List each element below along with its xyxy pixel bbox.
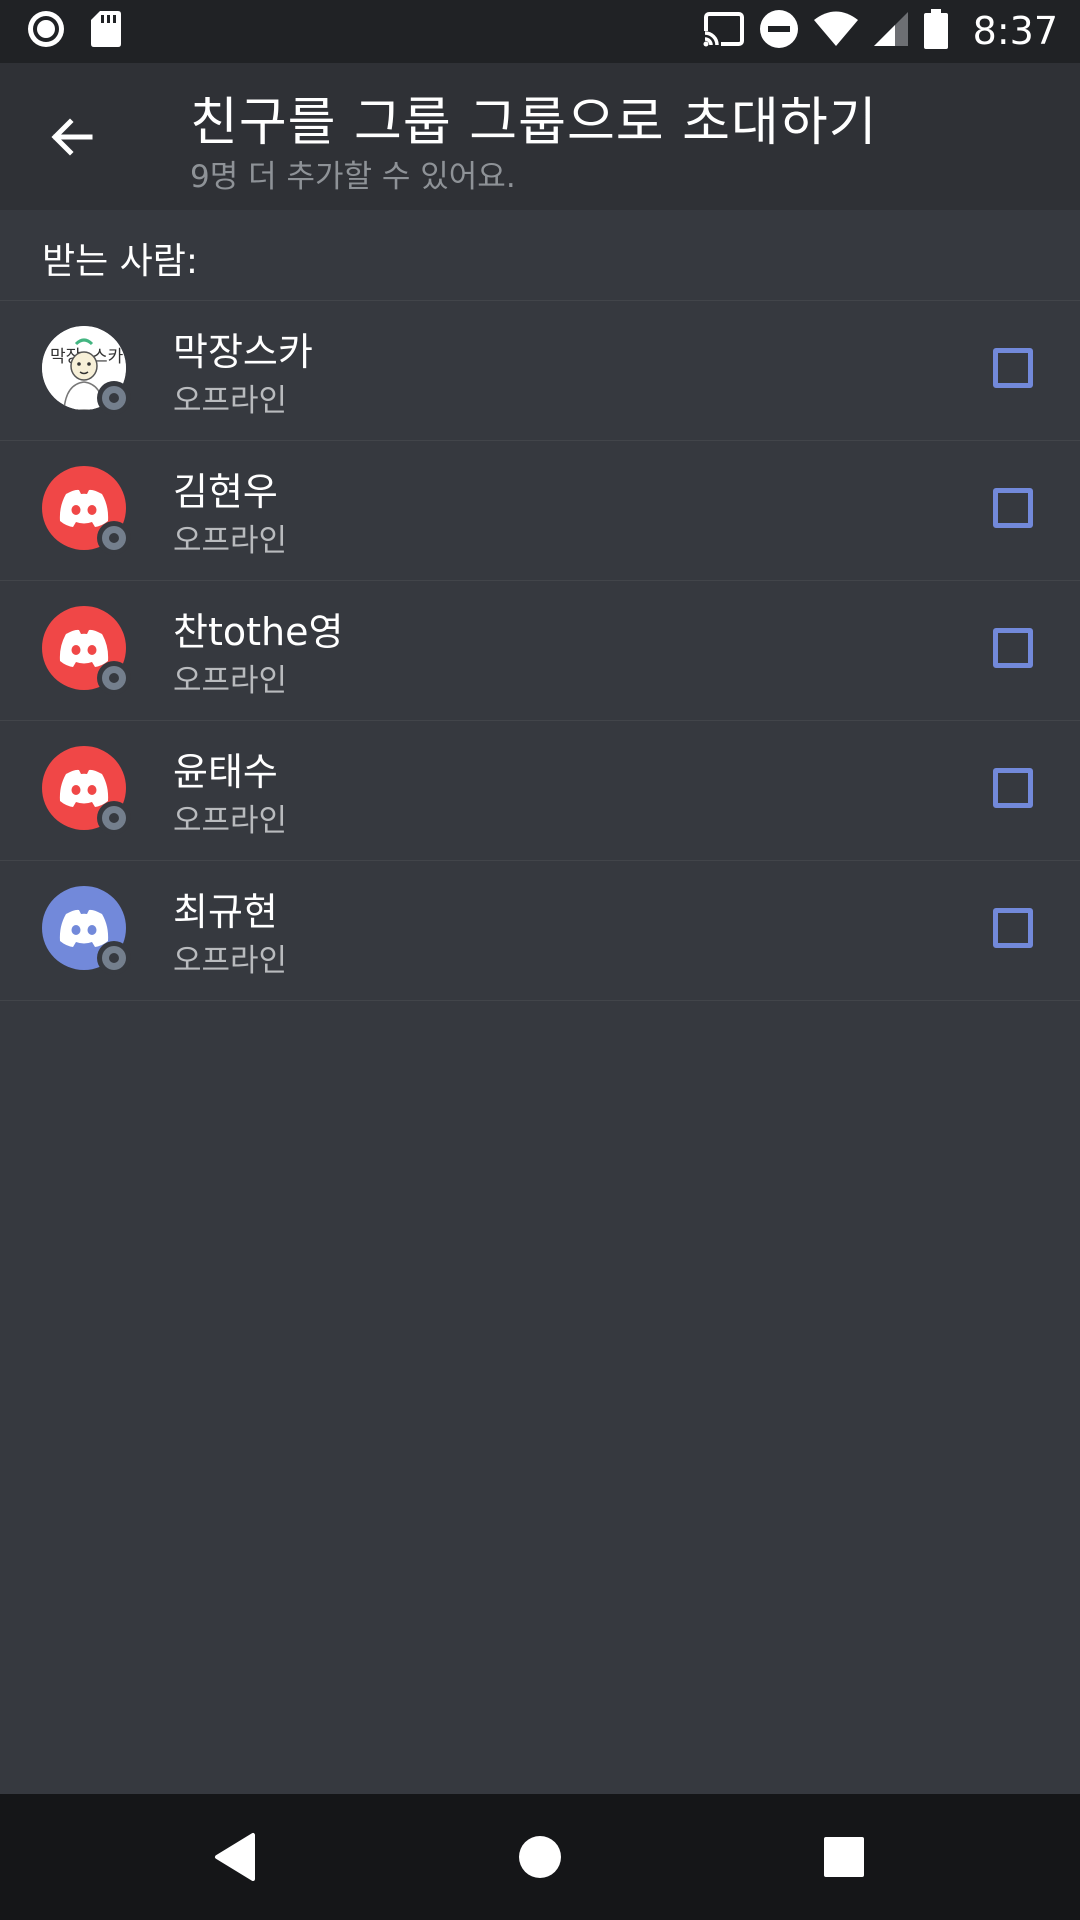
- select-checkbox[interactable]: [993, 488, 1033, 528]
- avatar: [42, 466, 131, 555]
- friend-status: 오프라인: [173, 523, 288, 559]
- friend-status: 오프라인: [173, 803, 288, 839]
- friend-row[interactable]: 김현우 오프라인: [0, 441, 1080, 581]
- offline-status-indicator: [97, 941, 131, 975]
- recipients-label: 받는 사람:: [42, 241, 199, 282]
- page-title: 친구를 그룹 그룹으로 초대하기: [190, 93, 878, 153]
- offline-status-indicator: [97, 801, 131, 835]
- friend-status: 오프라인: [173, 663, 288, 699]
- avatar: [42, 886, 131, 975]
- avatar: [42, 746, 131, 835]
- recipients-header: 받는 사람:: [0, 210, 1080, 301]
- status-time: 8:37: [972, 9, 1058, 53]
- friend-row[interactable]: 최규현 오프라인: [0, 861, 1080, 1001]
- record-icon: [26, 9, 66, 53]
- select-checkbox[interactable]: [993, 768, 1033, 808]
- cast-icon: [702, 11, 745, 51]
- friend-row[interactable]: 찬tothe영 오프라인: [0, 581, 1080, 721]
- friend-status: 오프라인: [173, 383, 288, 419]
- friend-name: 막장스카: [173, 330, 313, 374]
- sd-card-icon: [90, 9, 122, 53]
- nav-back-button[interactable]: [203, 1824, 269, 1890]
- wifi-icon: [813, 11, 859, 51]
- select-checkbox[interactable]: [993, 628, 1033, 668]
- nav-home-button[interactable]: [507, 1824, 573, 1890]
- nav-back-icon: [215, 1833, 255, 1881]
- back-button[interactable]: [40, 105, 104, 169]
- friend-row[interactable]: 막장 스카 막장스카 오프라인: [0, 301, 1080, 441]
- status-bar-right: 8:37: [702, 8, 1058, 54]
- page-subtitle: 9명 더 추가할 수 있어요.: [190, 159, 516, 195]
- app-bar: 친구를 그룹 그룹으로 초대하기 9명 더 추가할 수 있어요.: [0, 63, 1080, 210]
- arrow-left-icon: [51, 118, 93, 156]
- cellular-signal-icon: [873, 11, 909, 51]
- avatar: [42, 606, 131, 695]
- friend-status: 오프라인: [173, 943, 288, 979]
- friend-list: 막장 스카 막장스카 오프라인 김현우 오프라인 찬tothe영 오프라인 윤태…: [0, 301, 1080, 1001]
- friend-name: 찬tothe영: [173, 610, 344, 654]
- nav-recents-icon: [824, 1837, 864, 1877]
- friend-name: 윤태수: [173, 750, 278, 794]
- nav-home-icon: [519, 1836, 561, 1878]
- friend-row[interactable]: 윤태수 오프라인: [0, 721, 1080, 861]
- system-nav-bar: [0, 1794, 1080, 1920]
- status-bar: 8:37: [0, 0, 1080, 63]
- nav-recents-button[interactable]: [811, 1824, 877, 1890]
- status-bar-left: [26, 8, 122, 54]
- offline-status-indicator: [97, 661, 131, 695]
- invite-friends-screen: 8:37 친구를 그룹 그룹으로 초대하기 9명 더 추가할 수 있어요. 받는…: [0, 0, 1080, 1920]
- friend-name: 최규현: [173, 890, 278, 934]
- select-checkbox[interactable]: [993, 348, 1033, 388]
- offline-status-indicator: [97, 521, 131, 555]
- do-not-disturb-icon: [759, 9, 799, 53]
- offline-status-indicator: [97, 381, 131, 415]
- friend-name: 김현우: [173, 470, 278, 514]
- battery-icon: [923, 9, 949, 53]
- select-checkbox[interactable]: [993, 908, 1033, 948]
- avatar: 막장 스카: [42, 326, 131, 415]
